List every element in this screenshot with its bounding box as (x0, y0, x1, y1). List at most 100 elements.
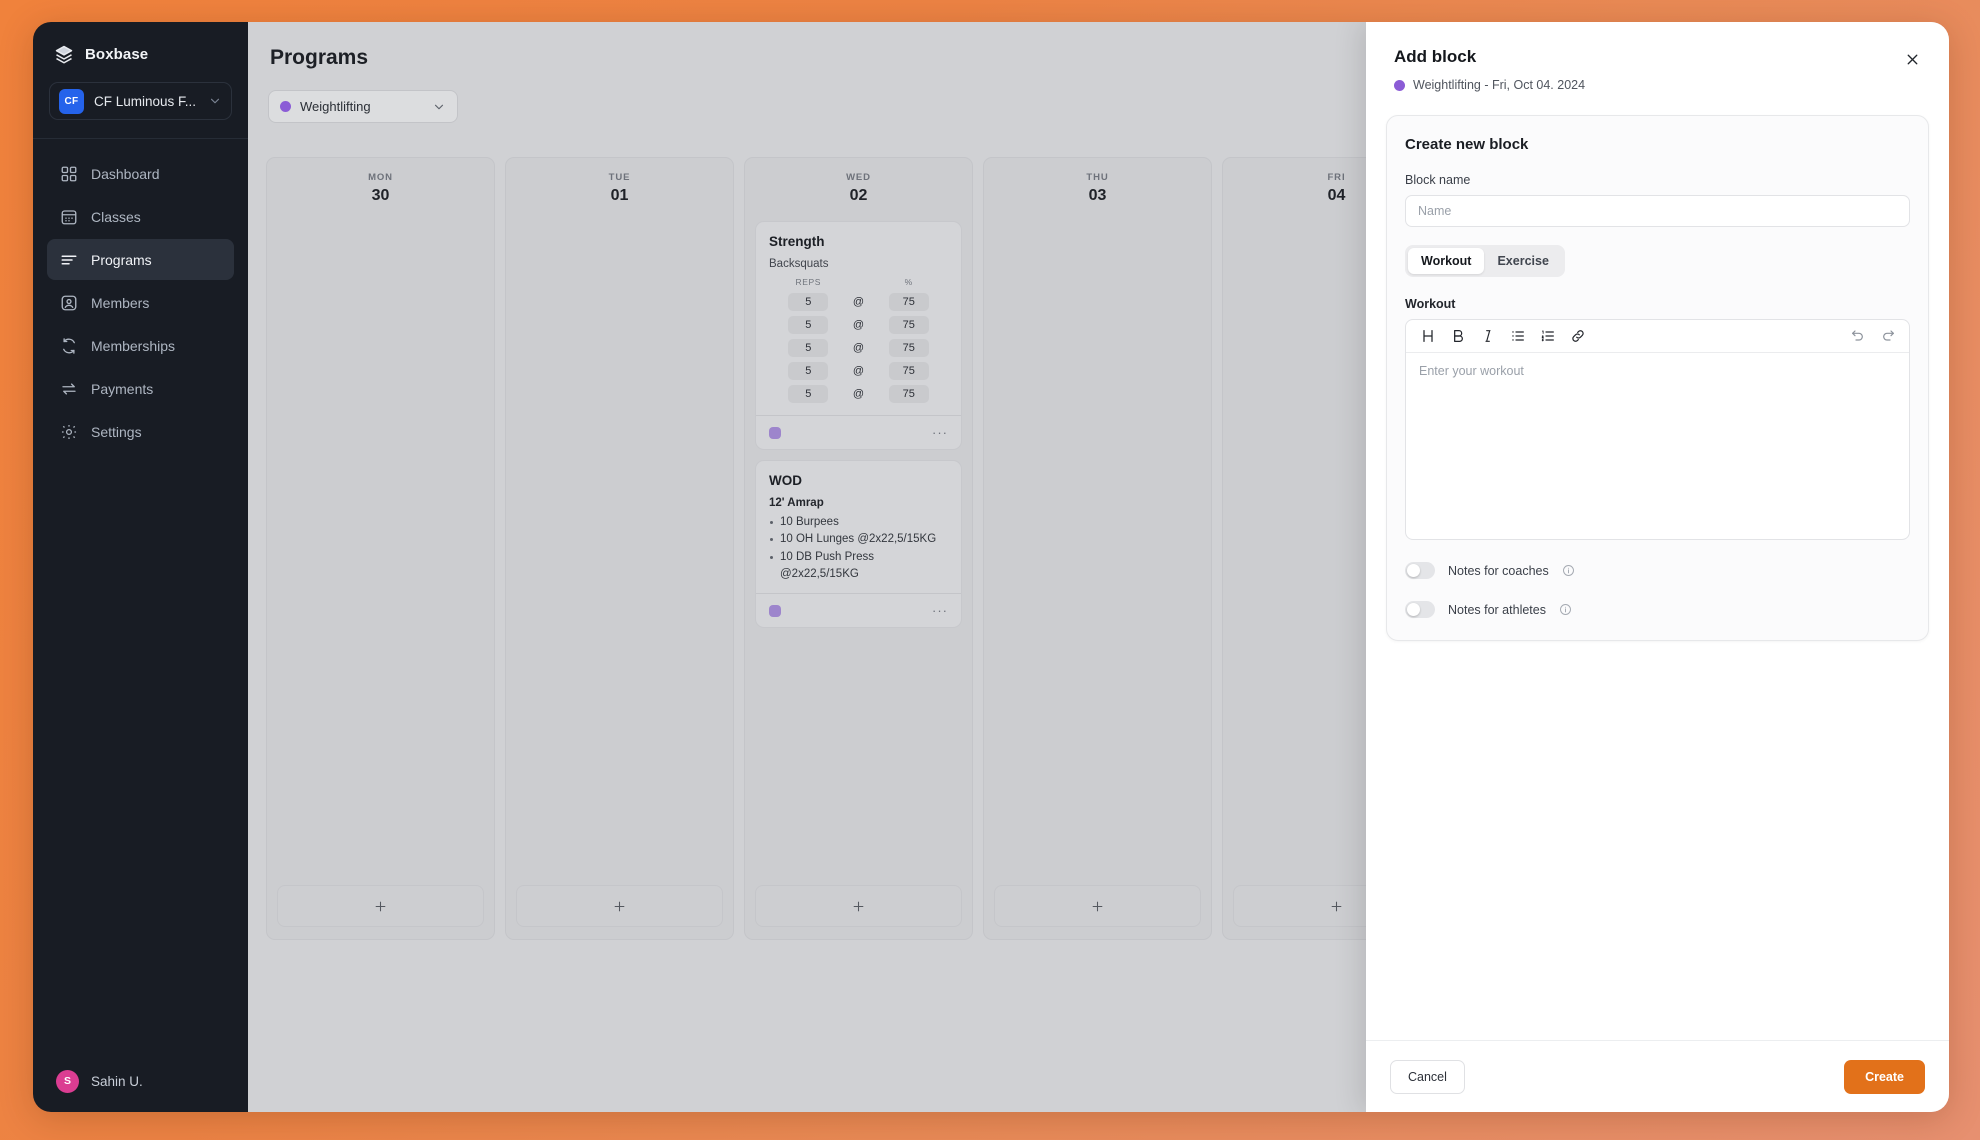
column-header-reps: REPS (795, 277, 822, 287)
cell-percent: 75 (869, 290, 948, 313)
block-name-input[interactable] (1405, 195, 1910, 227)
add-block-button[interactable] (516, 885, 723, 927)
bold-icon[interactable] (1444, 324, 1471, 349)
tab-workout[interactable]: Workout (1408, 248, 1485, 274)
editor-label: Workout (1405, 297, 1456, 311)
heading-icon[interactable] (1414, 324, 1441, 349)
link-icon[interactable] (1564, 324, 1591, 349)
list-item: 10 Burpees (769, 514, 948, 531)
list-item: 10 DB Push Press @2x22,5/15KG (769, 549, 948, 584)
sidebar-item-memberships[interactable]: Memberships (47, 325, 234, 366)
block-type-segmented-control: Workout Exercise (1405, 245, 1565, 277)
day-blocks: Strength Backsquats REPS % 5 @ 75 5 @ 75… (755, 221, 962, 875)
grid-icon (60, 165, 78, 183)
sets-table: REPS % 5 @ 75 5 @ 75 5 @ 75 5 @ 75 5 @ 7… (769, 277, 948, 405)
day-number: 03 (1088, 187, 1107, 204)
sidebar-item-programs[interactable]: Programs (47, 239, 234, 280)
sidebar-item-payments[interactable]: Payments (47, 368, 234, 409)
table-row: 5 @ 75 (769, 290, 948, 313)
sidebar-item-label: Memberships (91, 337, 176, 354)
day-blocks (516, 221, 723, 875)
program-color-dot (1394, 79, 1405, 91)
cell-reps: 5 (769, 290, 848, 313)
notes-for-athletes-row: Notes for athletes (1405, 601, 1910, 618)
page-title: Programs (270, 46, 369, 69)
panel-subtitle-text: Weightlifting - Fri, Oct 04. 2024 (1413, 78, 1586, 92)
table-row: 5 @ 75 (769, 359, 948, 382)
notes-for-athletes-toggle[interactable] (1405, 601, 1435, 618)
org-switcher[interactable]: CF CF Luminous F... (49, 82, 232, 120)
block-color-dot (769, 604, 781, 617)
editor-toolbar (1406, 320, 1909, 353)
avatar: S (56, 1069, 79, 1093)
info-icon[interactable] (1559, 603, 1572, 616)
user-profile[interactable]: S Sahin U. (33, 1050, 248, 1112)
panel-subtitle: Weightlifting - Fri, Oct 04. 2024 (1394, 78, 1921, 92)
redo-icon[interactable] (1874, 324, 1901, 349)
create-block-form: Create new block Block name Workout Exer… (1386, 115, 1929, 641)
column-header-percent: % (904, 277, 913, 287)
program-color-dot (280, 101, 291, 112)
block-color-dot (769, 426, 781, 439)
notes-for-coaches-row: Notes for coaches (1405, 562, 1910, 579)
chevron-down-icon (432, 100, 446, 114)
day-column-mon: MON 30 (266, 157, 495, 940)
sidebar-item-label: Settings (91, 423, 142, 440)
tab-exercise[interactable]: Exercise (1484, 248, 1561, 274)
day-number: 30 (371, 187, 390, 204)
sidebar-item-label: Programs (91, 251, 152, 268)
sidebar-item-label: Members (91, 294, 150, 311)
workout-textarea[interactable]: Enter your workout (1406, 353, 1909, 539)
program-filter-dropdown[interactable]: Weightlifting (268, 90, 458, 123)
block-menu-button[interactable]: ··· (932, 425, 948, 440)
table-row: 5 @ 75 (769, 336, 948, 359)
create-button[interactable]: Create (1844, 1059, 1925, 1094)
table-header-row: REPS % (769, 277, 948, 290)
add-block-button[interactable] (277, 885, 484, 927)
block-card-body: WOD 12' Amrap 10 Burpees 10 OH Lunges @2… (756, 461, 961, 593)
layers-icon (54, 44, 74, 64)
day-header: MON 30 (277, 168, 484, 221)
brand: Boxbase (33, 22, 248, 78)
italic-icon[interactable] (1474, 324, 1501, 349)
block-card-body: Strength Backsquats REPS % 5 @ 75 5 @ 75… (756, 222, 961, 415)
day-dow: WED (846, 172, 871, 183)
cell-reps: 5 (769, 382, 848, 405)
app-window: Boxbase CF CF Luminous F... Dashboard Cl… (33, 22, 1949, 1112)
calendar-icon (60, 208, 78, 226)
cell-at: @ (852, 387, 865, 400)
block-card-wod[interactable]: WOD 12' Amrap 10 Burpees 10 OH Lunges @2… (755, 460, 962, 628)
block-card-footer: ··· (756, 593, 961, 627)
day-dow: TUE (608, 172, 631, 183)
panel-title: Add block (1394, 47, 1477, 66)
numbered-list-icon[interactable] (1534, 324, 1561, 349)
close-icon[interactable] (1899, 46, 1925, 72)
block-title: WOD (769, 473, 802, 488)
sidebar-item-members[interactable]: Members (47, 282, 234, 323)
main-content: Programs Weightlifting MON 30 TUE 01 WED… (248, 22, 1949, 1112)
sidebar-item-classes[interactable]: Classes (47, 196, 234, 237)
sidebar-item-label: Payments (91, 380, 154, 397)
undo-icon[interactable] (1844, 324, 1871, 349)
sidebar-item-dashboard[interactable]: Dashboard (47, 153, 234, 194)
refresh-icon (60, 337, 78, 355)
sidebar-item-label: Dashboard (91, 165, 160, 182)
info-icon[interactable] (1562, 564, 1575, 577)
panel-body: Create new block Block name Workout Exer… (1366, 92, 1949, 1040)
user-name: Sahin U. (91, 1073, 143, 1089)
cancel-button[interactable]: Cancel (1390, 1059, 1465, 1094)
day-blocks (277, 221, 484, 875)
table-row: 5 @ 75 (769, 382, 948, 405)
block-subtitle: Backsquats (769, 258, 829, 270)
toggle-knob (1407, 564, 1420, 577)
block-card-strength[interactable]: Strength Backsquats REPS % 5 @ 75 5 @ 75… (755, 221, 962, 450)
notes-for-coaches-toggle[interactable] (1405, 562, 1435, 579)
add-block-button[interactable] (755, 885, 962, 927)
sidebar-item-settings[interactable]: Settings (47, 411, 234, 452)
add-block-button[interactable] (994, 885, 1201, 927)
day-header: THU 03 (994, 168, 1201, 221)
day-column-thu: THU 03 (983, 157, 1212, 940)
block-menu-button[interactable]: ··· (932, 603, 948, 618)
bullet-list-icon[interactable] (1504, 324, 1531, 349)
